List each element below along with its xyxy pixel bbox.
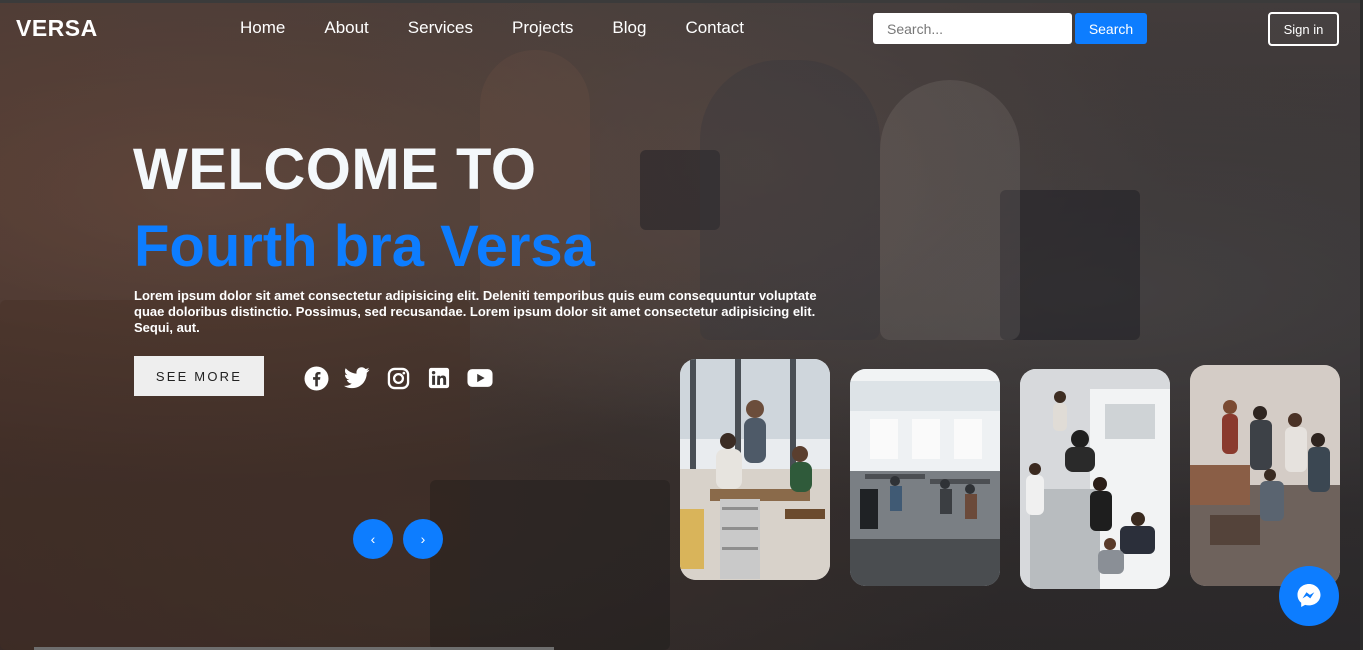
twitter-icon[interactable] — [344, 366, 370, 390]
facebook-icon[interactable] — [303, 366, 329, 390]
social-links — [303, 366, 508, 390]
nav-blog[interactable]: Blog — [612, 18, 646, 38]
nav-projects[interactable]: Projects — [512, 18, 573, 38]
youtube-icon[interactable] — [467, 366, 493, 390]
see-more-button[interactable]: SEE MORE — [134, 356, 264, 396]
top-border — [0, 0, 1363, 3]
site-logo[interactable]: VERSA — [16, 15, 98, 42]
gallery-card-4[interactable] — [1190, 365, 1340, 586]
nav-services[interactable]: Services — [408, 18, 473, 38]
nav-contact[interactable]: Contact — [685, 18, 744, 38]
gallery-card-3[interactable] — [1020, 369, 1170, 589]
instagram-icon[interactable] — [385, 366, 411, 390]
sign-in-button[interactable]: Sign in — [1268, 12, 1339, 46]
messenger-icon — [1297, 584, 1321, 607]
gallery-card-1[interactable] — [680, 359, 830, 580]
nav-home[interactable]: Home — [240, 18, 285, 38]
card-3-image — [1020, 369, 1170, 589]
card-4-image — [1190, 365, 1340, 586]
card-2-image — [850, 369, 1000, 586]
search-button[interactable]: Search — [1075, 13, 1147, 44]
card-1-image — [680, 359, 830, 580]
gallery-card-2[interactable] — [850, 369, 1000, 586]
messenger-chat-button[interactable] — [1279, 566, 1339, 626]
search-input[interactable] — [873, 13, 1072, 44]
hero-brand-title: Fourth bra Versa — [134, 214, 595, 279]
nav-about[interactable]: About — [324, 18, 368, 38]
hero-title: WELCOME TO — [133, 137, 537, 202]
linkedin-icon[interactable] — [426, 366, 452, 390]
slider-next-button[interactable]: › — [403, 519, 443, 559]
hero-description: Lorem ipsum dolor sit amet consectetur a… — [134, 288, 817, 335]
slider-prev-button[interactable]: ‹ — [353, 519, 393, 559]
main-nav: Home About Services Projects Blog Contac… — [240, 18, 783, 38]
